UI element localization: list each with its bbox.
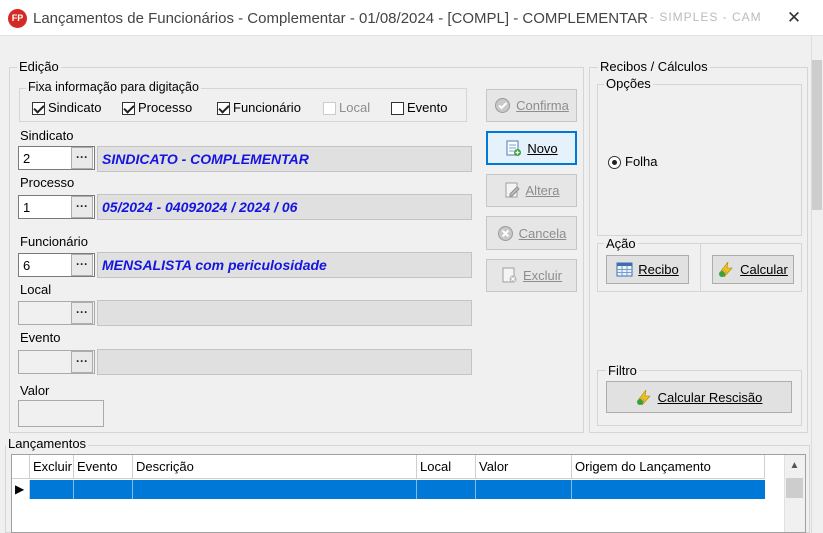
checkbox-sindicato-label: Sindicato (48, 100, 102, 115)
valor-input-box (18, 400, 104, 427)
grid-col-local[interactable]: Local (417, 455, 476, 479)
acao-label: Ação (604, 236, 638, 251)
row-sep (416, 480, 417, 499)
checkbox-processo[interactable]: Processo (122, 100, 193, 116)
local-label: Local (20, 282, 52, 297)
checkbox-processo-label: Processo (138, 100, 193, 115)
confirma-label: Confirma (516, 98, 569, 113)
app-logo-icon: FP (8, 9, 27, 28)
calcular-rescisao-label: Calcular Rescisão (657, 389, 763, 405)
funcionario-description: MENSALISTA com periculosidade (97, 252, 472, 278)
processo-label: Processo (20, 175, 75, 190)
window-title: Lançamentos de Funcionários - Complement… (33, 10, 648, 27)
funcionario-label: Funcionário (20, 234, 88, 249)
checkbox-funcionario[interactable]: Funcionário (217, 100, 301, 116)
processo-description: 05/2024 - 04092024 / 2024 / 06 (97, 194, 472, 220)
local-description (97, 300, 472, 326)
sindicato-lookup-button[interactable]: ··· (71, 147, 93, 169)
altera-button: Altera (486, 174, 577, 207)
cancel-circle-icon (497, 225, 513, 241)
cancela-label: Cancela (518, 225, 567, 241)
recibo-button[interactable]: Recibo (606, 255, 689, 284)
valor-input (19, 401, 103, 426)
cancela-button: Cancela (486, 216, 577, 250)
row-sep (571, 480, 572, 499)
calculate-lightning-icon (719, 261, 733, 278)
acao-divider (700, 244, 701, 291)
excluir-label: Excluir (522, 268, 562, 283)
row-sep (475, 480, 476, 499)
lancamentos-label: Lançamentos (6, 436, 89, 451)
calcular-button[interactable]: Calcular (712, 255, 794, 284)
window-title-obscured: - SIMPLES - CAM... (650, 10, 760, 24)
grid-scroll-thumb[interactable] (786, 478, 803, 498)
checkbox-evento-label: Evento (407, 100, 448, 115)
filtro-label: Filtro (606, 363, 639, 378)
checkbox-local-label: Local (339, 100, 371, 115)
check-circle-icon (495, 98, 511, 113)
row-sep (132, 480, 133, 499)
excluir-button: Excluir (486, 259, 577, 292)
row-indicator-icon: ▶ (15, 482, 25, 496)
window-scroll-thumb[interactable] (812, 60, 822, 210)
checkbox-local: Local (323, 100, 371, 116)
folha-radio-label: Folha (625, 154, 658, 169)
evento-description (97, 349, 472, 375)
calcular-rescisao-button[interactable]: Calcular Rescisão (606, 381, 792, 413)
evento-lookup-button[interactable]: ··· (71, 351, 93, 373)
local-lookup-button[interactable]: ··· (71, 302, 93, 324)
funcionario-lookup-button[interactable]: ··· (71, 254, 93, 276)
valor-label: Valor (20, 383, 50, 398)
processo-lookup-button[interactable]: ··· (71, 196, 93, 218)
altera-label: Altera (525, 183, 560, 198)
checkbox-evento[interactable]: Evento (391, 100, 448, 116)
novo-label: Novo (527, 140, 558, 156)
receipt-table-icon (616, 262, 633, 277)
grid-col-valor[interactable]: Valor (476, 455, 572, 479)
folha-radio[interactable]: Folha (608, 154, 658, 170)
checkbox-sindicato[interactable]: Sindicato (32, 100, 102, 116)
table-row[interactable] (30, 480, 765, 499)
grid-col-origem[interactable]: Origem do Lançamento (572, 455, 765, 479)
grid-col-excluir[interactable]: Excluir (30, 455, 74, 479)
checkbox-funcionario-label: Funcionário (233, 100, 301, 115)
sindicato-label: Sindicato (20, 128, 74, 143)
opcoes-label: Opções (604, 76, 653, 91)
row-sep (73, 480, 74, 499)
confirma-button: Confirma (486, 89, 577, 122)
delete-document-icon (502, 267, 517, 283)
grid-col-descricao[interactable]: Descrição (133, 455, 417, 479)
sindicato-description: SINDICATO - COMPLEMENTAR (97, 146, 472, 172)
novo-button[interactable]: Novo (486, 131, 577, 165)
grid-header-corner (12, 455, 30, 479)
edicao-label: Edição (17, 59, 61, 74)
evento-label: Evento (20, 330, 61, 345)
close-icon[interactable]: ✕ (783, 7, 805, 29)
recibo-label: Recibo (638, 262, 679, 277)
new-document-icon (506, 140, 522, 156)
scroll-up-icon[interactable]: ▲ (784, 457, 805, 475)
calcular-label: Calcular (740, 262, 788, 277)
recibos-label: Recibos / Cálculos (598, 59, 710, 74)
edit-document-icon (505, 182, 520, 198)
grid-col-evento[interactable]: Evento (74, 455, 133, 479)
fixa-label: Fixa informação para digitação (26, 80, 201, 94)
calculate-lightning-icon (636, 389, 651, 405)
